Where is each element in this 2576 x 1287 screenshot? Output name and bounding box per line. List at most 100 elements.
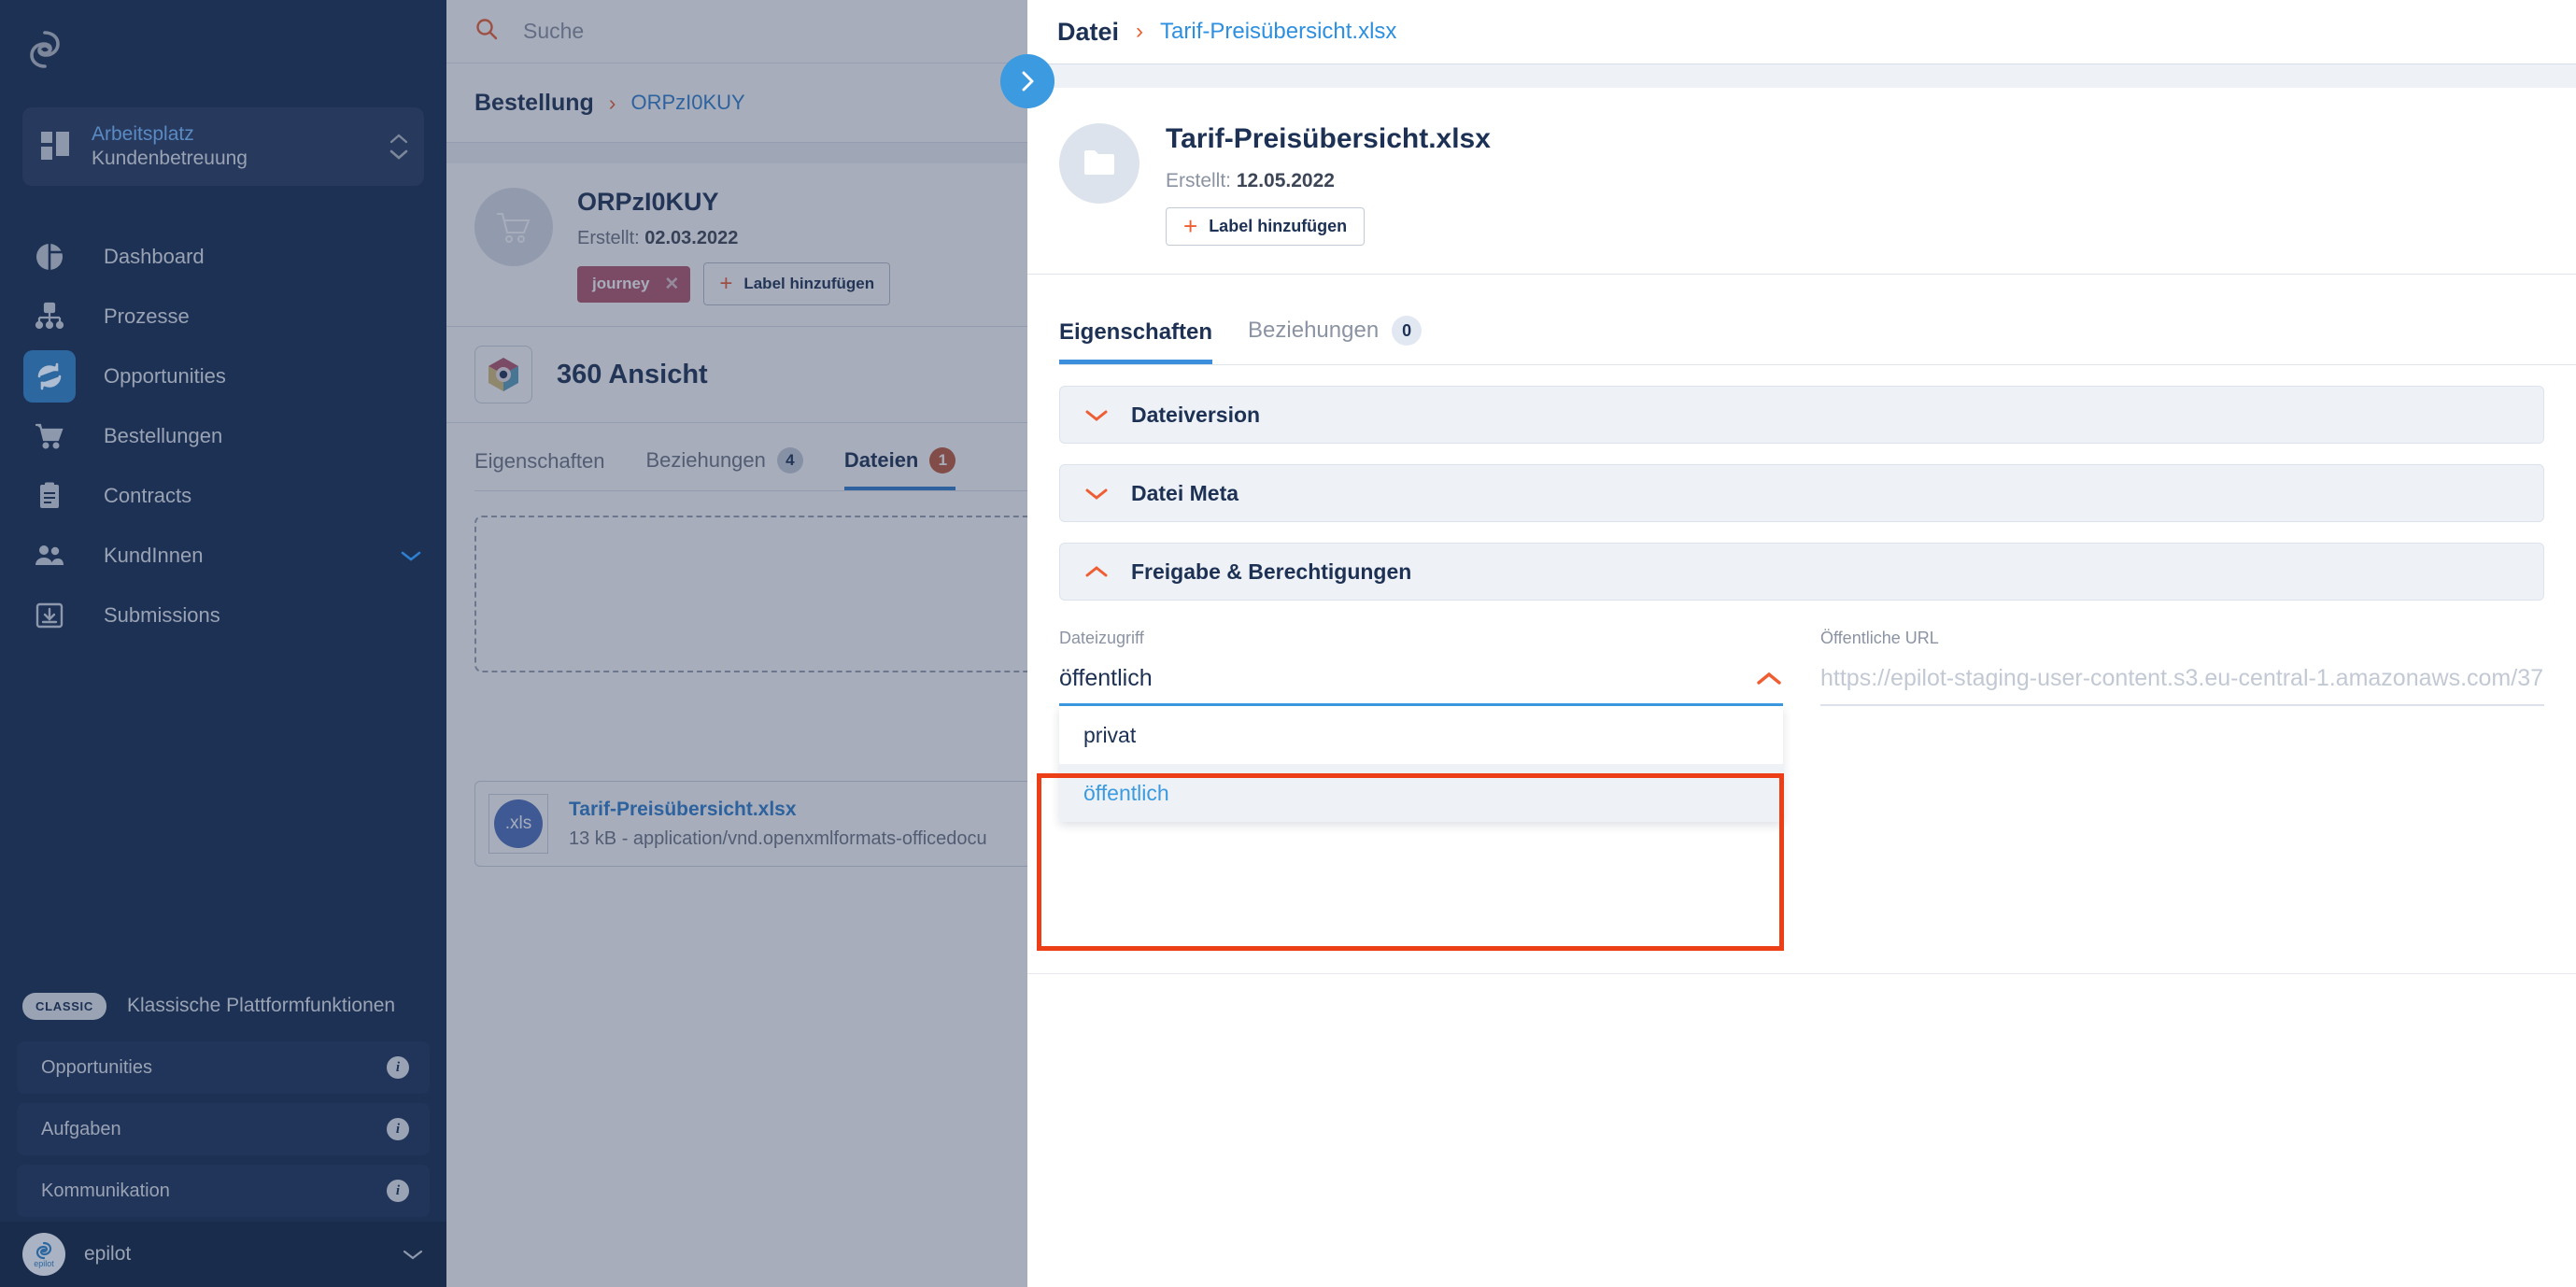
- classic-item-kommunikation[interactable]: Kommunikation i: [17, 1165, 430, 1217]
- entity-header-text: ORPzI0KUY Erstellt: 02.03.2022 journey ✕…: [577, 188, 891, 305]
- page-title: Tarif-Preisübersicht.xlsx: [1166, 123, 1491, 154]
- classic-item-label: Opportunities: [41, 1056, 152, 1078]
- info-icon[interactable]: i: [387, 1118, 409, 1140]
- clipboard-icon: [23, 470, 76, 522]
- created-label: Erstellt:: [577, 228, 640, 248]
- tab-label: Eigenschaften: [1059, 319, 1213, 345]
- tab-badge: 4: [776, 447, 803, 474]
- chevron-right-icon: [1022, 71, 1034, 92]
- tab-eigenschaften[interactable]: Eigenschaften: [1059, 319, 1213, 364]
- status-badge[interactable]: journey ✕: [577, 265, 691, 303]
- chevron-up-down-icon[interactable]: [389, 133, 409, 161]
- add-label-button[interactable]: + Label hinzufügen: [1166, 207, 1366, 246]
- add-label-button[interactable]: + Label hinzufügen: [703, 262, 891, 305]
- public-url-field: Öffentliche URL https://epilot-staging-u…: [1820, 629, 2544, 706]
- file-text: Tarif-Preisübersicht.xlsx 13 kB - applic…: [569, 799, 987, 850]
- dateizugriff-value: öffentlich: [1059, 665, 1153, 691]
- sidebar-item-bestellungen[interactable]: Bestellungen: [0, 406, 446, 466]
- classic-item-aufgaben[interactable]: Aufgaben i: [17, 1103, 430, 1155]
- workspace-text: Arbeitsplatz Kundenbetreuung: [92, 122, 368, 172]
- entity-detail-content: Suche Bestellung › ORPzI0KUY ORPzI0KUY E…: [446, 0, 1027, 1287]
- sidebar-item-kundinnen[interactable]: KundInnen: [0, 526, 446, 586]
- accordion-title: Dateiversion: [1131, 402, 1261, 427]
- sidebar-item-label: Dashboard: [104, 245, 205, 268]
- sidebar-item-contracts[interactable]: Contracts: [0, 466, 446, 526]
- tab-label: Eigenschaften: [474, 449, 605, 473]
- dropdown-option-oeffentlich[interactable]: öffentlich: [1059, 764, 1783, 822]
- info-icon[interactable]: i: [387, 1056, 409, 1079]
- grid-icon: [41, 132, 71, 162]
- shopping-cart-icon: [23, 410, 76, 462]
- search-icon: [474, 17, 499, 46]
- epilot-logo-icon[interactable]: [0, 0, 446, 98]
- breadcrumb: Bestellung › ORPzI0KUY: [446, 64, 1027, 143]
- sidebar-item-label: Bestellungen: [104, 424, 223, 447]
- chevron-down-icon: [1084, 487, 1109, 501]
- tab-label: Beziehungen: [645, 448, 766, 472]
- folder-icon: [1059, 123, 1139, 204]
- tabs-underline: [474, 490, 1027, 491]
- file-dropzone[interactable]: [474, 516, 1027, 672]
- collapse-panel-button[interactable]: [1000, 54, 1054, 108]
- label-row: journey ✕ + Label hinzufügen: [577, 262, 891, 305]
- created-label: Erstellt:: [1166, 170, 1232, 191]
- breadcrumb-root[interactable]: Bestellung: [474, 90, 594, 117]
- panel-band: [1027, 64, 2576, 88]
- list-item[interactable]: .xls Tarif-Preisübersicht.xlsx 13 kB - a…: [474, 781, 1027, 867]
- breadcrumb-current[interactable]: ORPzI0KUY: [630, 91, 744, 115]
- accordion-datei-meta[interactable]: Datei Meta: [1059, 464, 2544, 522]
- workspace-top-label: Arbeitsplatz: [92, 122, 194, 145]
- file-detail-panel: Datei › Tarif-Preisübersicht.xlsx Tarif-…: [1027, 0, 2576, 1287]
- accordion-dateiversion[interactable]: Dateiversion: [1059, 386, 2544, 444]
- classic-title: Klassische Plattformfunktionen: [126, 995, 396, 1016]
- page-title: ORPzI0KUY: [577, 188, 719, 216]
- public-url-value: https://epilot-staging-user-content.s3.e…: [1820, 665, 2544, 691]
- file-thumbnail: .xls: [488, 794, 548, 854]
- chevron-up-icon[interactable]: [1755, 671, 1783, 686]
- tab-eigenschaften[interactable]: Eigenschaften: [474, 449, 604, 490]
- chevron-down-icon: [1084, 408, 1109, 422]
- accordion-freigabe-berechtigungen[interactable]: Freigabe & Berechtigungen: [1059, 543, 2544, 601]
- dateizugriff-dropdown: privat öffentlich: [1059, 706, 1783, 822]
- close-icon[interactable]: ✕: [664, 274, 679, 295]
- pie-chart-icon: [23, 231, 76, 283]
- breadcrumb-current[interactable]: Tarif-Preisübersicht.xlsx: [1160, 19, 1396, 45]
- file-name[interactable]: Tarif-Preisübersicht.xlsx: [569, 799, 987, 821]
- chevron-up-icon: [1084, 565, 1109, 579]
- freigabe-fields: Dateizugriff öffentlich privat öffentlic…: [1027, 629, 2576, 822]
- user-name: epilot: [84, 1243, 132, 1265]
- app-root: Arbeitsplatz Kundenbetreuung Dashboard P…: [0, 0, 2576, 1287]
- dropdown-option-privat[interactable]: privat: [1059, 706, 1783, 764]
- chevron-down-icon[interactable]: [400, 549, 422, 562]
- tab-beziehungen[interactable]: Beziehungen 4: [645, 447, 803, 490]
- workflow-icon: [23, 290, 76, 343]
- sidebar-item-opportunities[interactable]: Opportunities: [0, 346, 446, 406]
- sidebar-item-dashboard[interactable]: Dashboard: [0, 227, 446, 287]
- inbox-download-icon: [23, 589, 76, 642]
- file-header-text: Tarif-Preisübersicht.xlsx Erstellt: 12.0…: [1166, 123, 1491, 246]
- public-url-input[interactable]: https://epilot-staging-user-content.s3.e…: [1820, 665, 2544, 692]
- sidebar-item-label: Prozesse: [104, 304, 190, 328]
- view-title: 360 Ansicht: [557, 359, 708, 389]
- dateizugriff-select[interactable]: öffentlich: [1059, 665, 1783, 692]
- sidebar-item-label: KundInnen: [104, 544, 204, 567]
- divider: [1027, 973, 2576, 974]
- breadcrumb-root[interactable]: Datei: [1057, 18, 1119, 47]
- sidebar-user-footer[interactable]: epilot epilot: [0, 1222, 446, 1287]
- sync-arrows-icon: [23, 350, 76, 403]
- chevron-down-icon[interactable]: [402, 1248, 424, 1261]
- workspace-selector[interactable]: Arbeitsplatz Kundenbetreuung: [22, 107, 424, 186]
- sidebar-item-submissions[interactable]: Submissions: [0, 586, 446, 645]
- tab-dateien[interactable]: Dateien 1: [843, 447, 956, 490]
- sidebar-item-label: Submissions: [104, 603, 220, 627]
- sidebar-item-prozesse[interactable]: Prozesse: [0, 287, 446, 346]
- panel-gap: [446, 143, 1027, 163]
- search-bar[interactable]: Suche: [446, 0, 1027, 64]
- workspace-bottom-label: Kundenbetreuung: [92, 148, 248, 169]
- 360-view-icon: [474, 346, 532, 403]
- classic-item-opportunities[interactable]: Opportunities i: [17, 1041, 430, 1094]
- plus-icon: +: [1183, 212, 1198, 241]
- info-icon[interactable]: i: [387, 1180, 409, 1202]
- tab-beziehungen[interactable]: Beziehungen 0: [1248, 316, 1422, 364]
